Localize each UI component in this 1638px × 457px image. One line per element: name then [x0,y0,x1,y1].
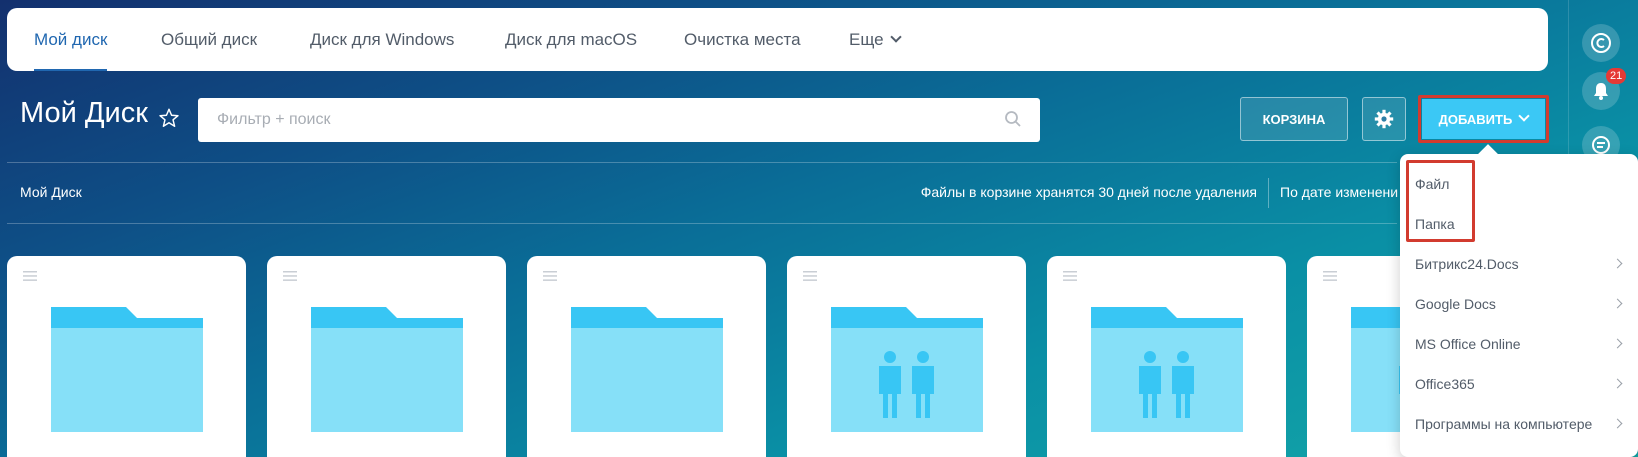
drag-handle-icon[interactable] [1323,270,1337,282]
trash-retention-info: Файлы в корзине хранятся 30 дней после у… [920,184,1257,200]
menu-item-label: Google Docs [1415,296,1496,312]
add-button[interactable]: ДОБАВИТЬ [1422,99,1545,139]
bell-icon [1594,83,1608,100]
tab-disk-windows[interactable]: Диск для Windows [310,8,454,71]
add-button-label: ДОБАВИТЬ [1438,111,1513,127]
folder-icon [311,307,463,432]
tab-disk-macos[interactable]: Диск для macOS [505,8,637,71]
list-icon [1592,136,1610,154]
sort-selector[interactable]: По дате изменени [1280,184,1398,200]
shared-folder-icon [831,307,983,432]
menu-item-label: MS Office Online [1415,336,1521,352]
menu-item-desktop-apps[interactable]: Программы на компьютере [1400,404,1638,444]
folder-card[interactable] [1047,256,1286,457]
drag-handle-icon[interactable] [23,270,37,282]
top-tab-bar: Мой диск Общий диск Диск для Windows Дис… [7,8,1548,71]
tab-more[interactable]: Еще [849,8,902,71]
page-title: Мой Диск [20,97,148,129]
folder-card[interactable] [787,256,1026,457]
shared-folder-icon [1091,307,1243,432]
menu-item-label: Программы на компьютере [1415,416,1593,432]
file-folder-highlight [1406,160,1475,242]
drag-handle-icon[interactable] [543,270,557,282]
folder-card[interactable] [267,256,506,457]
menu-item-ms-office-online[interactable]: MS Office Online [1400,324,1638,364]
menu-item-label: Office365 [1415,376,1475,392]
search-icon[interactable] [1004,110,1022,128]
star-icon[interactable] [158,107,180,129]
menu-item-google-docs[interactable]: Google Docs [1400,284,1638,324]
menu-item-label: Битрикс24.Docs [1415,256,1519,272]
folder-card[interactable] [7,256,246,457]
tab-my-disk[interactable]: Мой диск [34,8,108,71]
divider [7,162,1397,163]
trash-button[interactable]: КОРЗИНА [1240,97,1348,141]
chevron-down-icon [889,31,902,43]
copilot-icon [1591,33,1611,53]
menu-item-bitrix-docs[interactable]: Битрикс24.Docs [1400,244,1638,284]
chevron-right-icon [1612,298,1623,309]
gear-icon [1374,109,1394,129]
breadcrumb[interactable]: Мой Диск [20,184,82,200]
copilot-button[interactable] [1582,24,1620,62]
settings-button[interactable] [1362,97,1406,141]
chevron-right-icon [1612,258,1623,269]
chevron-down-icon [1518,110,1530,122]
divider [7,223,1397,224]
search-input[interactable] [198,98,1040,142]
chevron-right-icon [1612,338,1623,349]
folder-card[interactable] [527,256,766,457]
divider [1268,178,1269,208]
tab-shared-disk[interactable]: Общий диск [161,8,257,71]
chevron-right-icon [1612,378,1623,389]
folder-icon [51,307,203,432]
folder-icon [571,307,723,432]
notification-count-badge: 21 [1606,68,1627,84]
drag-handle-icon[interactable] [803,270,817,282]
notifications-button[interactable]: 21 [1582,68,1627,110]
menu-item-office365[interactable]: Office365 [1400,364,1638,404]
drag-handle-icon[interactable] [1063,270,1077,282]
tab-cleanup[interactable]: Очистка места [684,8,801,71]
chevron-right-icon [1612,418,1623,429]
drag-handle-icon[interactable] [283,270,297,282]
tab-more-label: Еще [849,30,884,49]
